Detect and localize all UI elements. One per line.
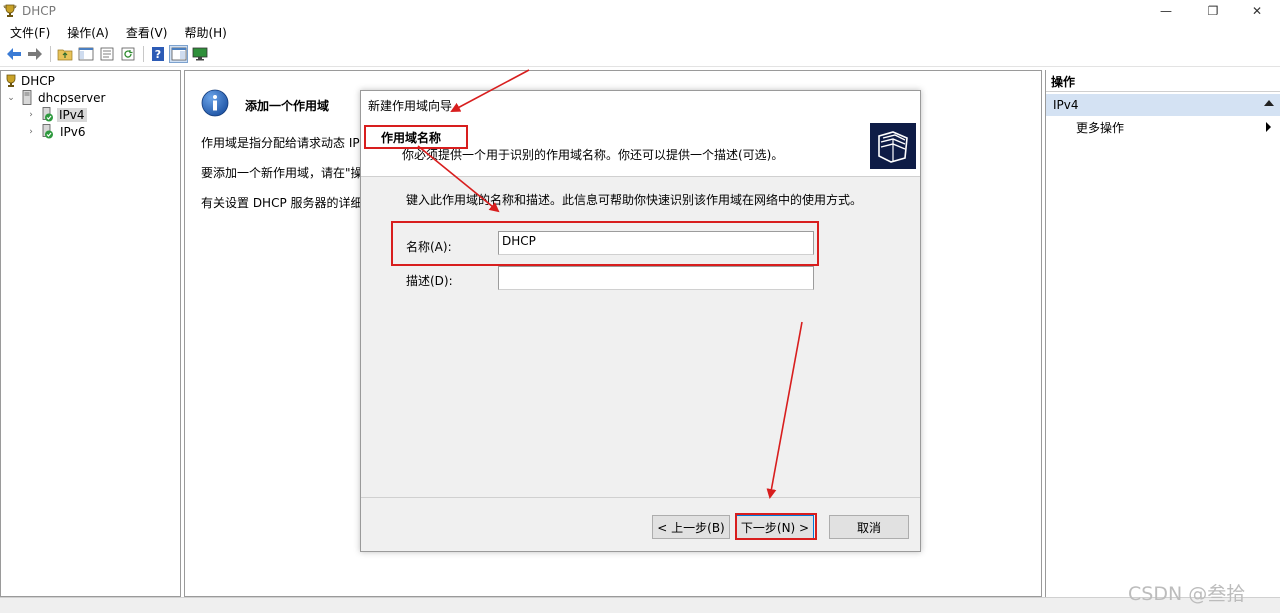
help-icon: ? — [151, 47, 164, 61]
dhcp-trophy-icon — [6, 74, 16, 87]
title-bar: DHCP — [0, 0, 1280, 22]
submenu-arrow-icon — [1266, 122, 1271, 132]
back-arrow-icon — [6, 48, 21, 60]
description-text: 作用域是指分配给请求动态 IP 地 — [201, 136, 376, 150]
description-text: 要添加一个新作用域，请在"操作 — [201, 166, 375, 180]
action-item-label: 更多操作 — [1076, 120, 1125, 135]
minimize-icon: — — [1160, 4, 1172, 18]
wizard-folders-icon — [870, 123, 916, 169]
wizard-button-separator — [361, 497, 920, 498]
back-button[interactable]: < 上一步(B) — [652, 515, 730, 539]
forward-arrow-icon — [27, 48, 42, 60]
console-tree-icon — [78, 47, 93, 61]
monitor-button[interactable] — [190, 45, 209, 63]
watermark: CSDN @叁拾 — [1128, 583, 1246, 605]
menu-bar: 文件(F) 操作(A) 查看(V) 帮助(H) — [0, 22, 1280, 42]
show-hide-action-pane-button[interactable] — [169, 45, 188, 63]
ipv6-check-icon — [42, 124, 53, 139]
chevron-down-icon[interactable]: ⌄ — [6, 93, 16, 103]
tree-label-ipv6: IPv6 — [60, 124, 86, 139]
tree-label-ipv4: IPv4 — [57, 107, 87, 122]
wizard-step-description: 你必须提供一个用于识别的作用域名称。你还可以提供一个描述(可选)。 — [402, 148, 784, 162]
page-title: 添加一个作用域 — [245, 99, 330, 113]
tree-item-ipv4[interactable]: › IPv4 — [26, 106, 87, 123]
forward-button[interactable] — [25, 45, 44, 63]
new-scope-wizard-dialog: 新建作用域向导 作用域名称 你必须提供一个用于识别的作用域名称。你还可以提供一个… — [360, 90, 921, 552]
wizard-header: 作用域名称 你必须提供一个用于识别的作用域名称。你还可以提供一个描述(可选)。 — [361, 119, 920, 177]
properties-button[interactable] — [97, 45, 116, 63]
action-more-actions[interactable]: 更多操作 — [1046, 116, 1280, 138]
wizard-hint-text: 键入此作用域的名称和描述。此信息可帮助你快速识别该作用域在网络中的使用方式。 — [406, 193, 863, 207]
tree-item-ipv6[interactable]: › IPv6 — [26, 123, 86, 140]
menu-view[interactable]: 查看(V) — [119, 24, 175, 41]
action-section-label: IPv4 — [1053, 98, 1079, 112]
properties-icon — [100, 47, 113, 61]
action-section-ipv4[interactable]: IPv4 — [1046, 94, 1280, 116]
scope-name-label: 名称(A): — [406, 240, 452, 254]
folder-up-icon — [57, 49, 72, 61]
menu-help[interactable]: 帮助(H) — [177, 24, 233, 41]
show-console-tree-button[interactable] — [76, 45, 95, 63]
tree-label-dhcpserver: dhcpserver — [38, 90, 106, 105]
chevron-right-icon[interactable]: › — [26, 127, 36, 137]
console-tree: DHCP ⌄ dhcpserver › IPv4 › IPv6 — [0, 70, 181, 597]
wizard-step-title: 作用域名称 — [381, 131, 442, 145]
back-button[interactable] — [4, 45, 23, 63]
action-pane-header: 操作 — [1046, 72, 1280, 92]
chevron-right-icon[interactable]: › — [26, 110, 36, 120]
refresh-button[interactable] — [118, 45, 137, 63]
window-title: DHCP — [22, 4, 56, 18]
info-icon — [201, 89, 229, 117]
scope-description-label: 描述(D): — [406, 274, 453, 288]
restore-icon: ❐ — [1207, 4, 1219, 18]
collapse-up-icon[interactable] — [1264, 100, 1274, 106]
toolbar-separator — [50, 46, 51, 62]
toolbar-separator — [143, 46, 144, 62]
dhcp-trophy-icon — [3, 4, 17, 17]
status-bar — [0, 597, 1280, 613]
tree-item-dhcpserver[interactable]: ⌄ dhcpserver — [6, 89, 105, 106]
wizard-title: 新建作用域向导 — [361, 91, 920, 119]
close-button[interactable]: ✕ — [1237, 0, 1277, 22]
restore-button[interactable]: ❐ — [1193, 0, 1233, 22]
ipv4-check-icon — [42, 107, 53, 122]
up-one-level-button[interactable] — [55, 45, 74, 63]
menu-action[interactable]: 操作(A) — [60, 24, 116, 41]
help-button[interactable]: ? — [148, 45, 167, 63]
toolbar: ? — [0, 42, 1280, 67]
minimize-button[interactable]: — — [1146, 0, 1186, 22]
action-pane: 操作 IPv4 更多操作 — [1045, 70, 1280, 597]
svg-text:?: ? — [154, 48, 160, 61]
tree-item-dhcp[interactable]: DHCP — [4, 72, 55, 89]
server-icon — [22, 90, 32, 105]
description-text: 有关设置 DHCP 服务器的详细情 — [201, 196, 375, 210]
refresh-icon — [121, 47, 134, 61]
tree-label-dhcp: DHCP — [21, 73, 55, 88]
close-icon: ✕ — [1251, 4, 1263, 18]
menu-file[interactable]: 文件(F) — [3, 24, 57, 41]
cancel-button[interactable]: 取消 — [829, 515, 909, 539]
monitor-icon — [192, 47, 207, 61]
next-button[interactable]: 下一步(N) > — [736, 515, 814, 539]
scope-name-input[interactable]: DHCP — [498, 231, 814, 255]
show-hide-pane-icon — [171, 47, 186, 61]
scope-description-input[interactable] — [498, 266, 814, 290]
